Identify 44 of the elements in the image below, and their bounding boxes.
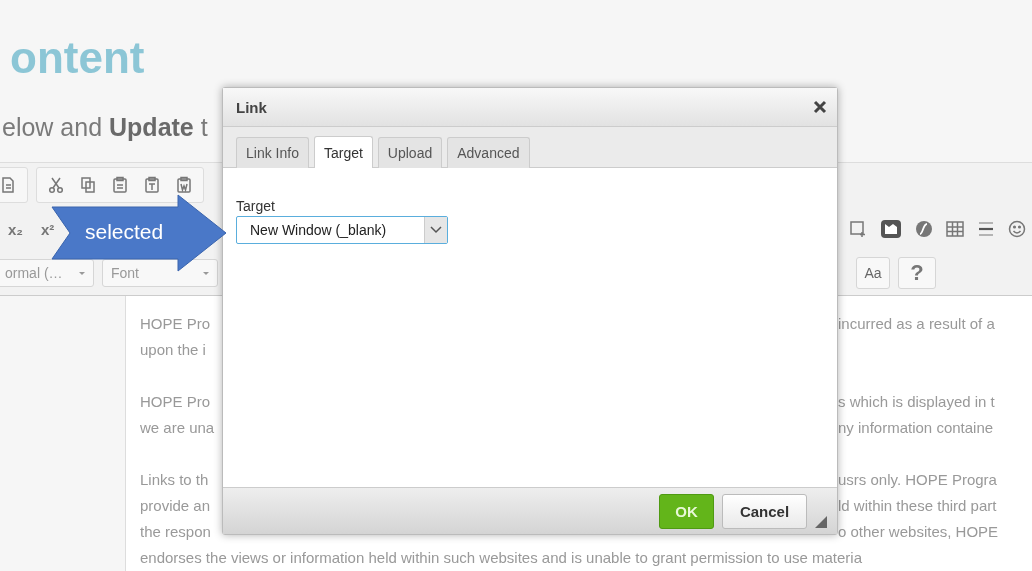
resize-grip-icon[interactable] <box>815 516 827 528</box>
body-text-line: ld within these third part <box>838 496 998 516</box>
dialog-title: Link <box>236 98 267 116</box>
body-text-line: s which is displayed in t <box>838 392 996 412</box>
body-text-line: usrs only. HOPE Progra <box>838 470 998 490</box>
close-icon[interactable] <box>813 100 827 114</box>
help-button[interactable]: ? <box>898 257 936 289</box>
cut-icon[interactable] <box>47 176 65 194</box>
dialog-tab[interactable]: Link Info <box>236 137 309 168</box>
paste-icon[interactable] <box>111 176 129 194</box>
image-icon[interactable] <box>880 219 902 239</box>
dialog-tab[interactable]: Target <box>313 136 373 168</box>
body-text-line: incurred as a result of a <box>838 314 996 334</box>
body-text-line: ny information containe <box>838 418 995 438</box>
page-subtitle: elow and Update t <box>2 112 209 142</box>
body-text-line: endorses the views or information held within such websites and is unable to grant permission to use materia <box>140 548 864 568</box>
body-text-line: o other websites, HOPE <box>838 522 1000 542</box>
dropdown-caret-icon[interactable] <box>430 226 442 234</box>
paste-text-icon[interactable] <box>143 176 161 194</box>
body-text-line: Links to th <box>140 470 210 490</box>
copy-icon[interactable] <box>79 176 97 194</box>
paste-word-icon[interactable] <box>175 176 193 194</box>
image-add-icon[interactable] <box>849 220 867 238</box>
text-case-button[interactable]: Aa <box>856 257 890 289</box>
target-select[interactable]: New Window (_blank) <box>236 216 448 244</box>
horizontal-rule-icon[interactable] <box>977 220 995 238</box>
script-button[interactable]: x² <box>37 220 59 238</box>
field-label: Target <box>236 198 276 214</box>
callout-label: selected <box>85 220 164 244</box>
dialog-tab[interactable]: Upload <box>377 137 443 168</box>
body-text-line: upon the i <box>140 340 207 360</box>
cancel-button[interactable]: Cancel <box>722 493 807 529</box>
body-text-line: HOPE Pro <box>140 392 212 412</box>
body-text-line: the respon <box>140 522 212 542</box>
page-heading: ontent <box>10 32 146 84</box>
dialog-tab[interactable]: Advanced <box>447 137 530 168</box>
smiley-icon[interactable] <box>1008 220 1026 238</box>
body-text-line: HOPE Pro <box>140 314 212 334</box>
body-text-line: provide an <box>140 496 212 516</box>
script-button[interactable]: x₂ <box>4 220 27 238</box>
document-icon[interactable] <box>0 176 17 194</box>
flash-icon[interactable] <box>915 220 933 238</box>
table-icon[interactable] <box>946 220 964 238</box>
body-text-line: we are una <box>140 418 216 438</box>
